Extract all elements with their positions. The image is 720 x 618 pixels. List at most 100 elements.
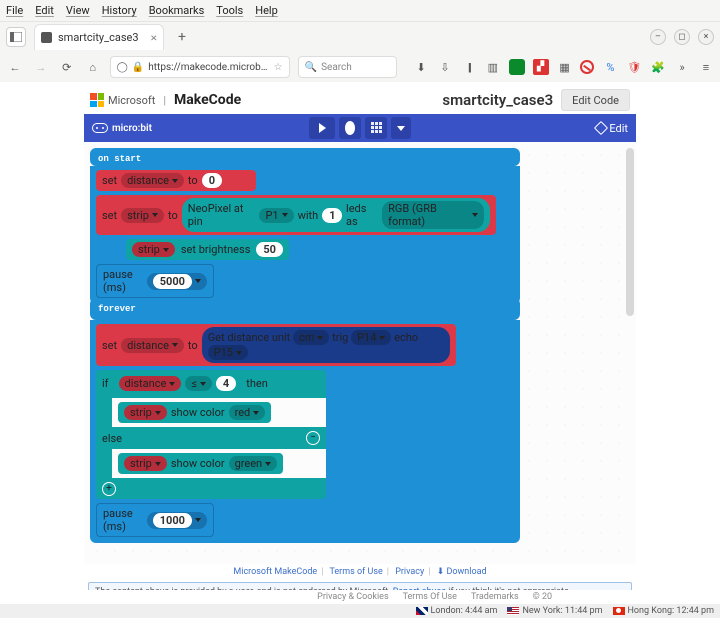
var-strip-dd-3[interactable]: strip	[124, 405, 167, 420]
nav-home-button[interactable]: ⌂	[84, 58, 102, 76]
menu-file[interactable]: File	[6, 4, 23, 17]
value-1[interactable]: 1	[322, 208, 342, 223]
set-distance-0[interactable]: set distance to 0	[96, 170, 256, 191]
menu-bookmarks[interactable]: Bookmarks	[149, 4, 205, 17]
app-menu-button[interactable]: ≡	[698, 59, 714, 75]
compare-block[interactable]: distance ≤ 4	[113, 373, 243, 394]
url-bar[interactable]: ◯ 🔒 https://makecode.microbit.org ☆	[110, 56, 290, 78]
pause-1000-dd[interactable]: 1000	[147, 512, 207, 529]
new-tab-button[interactable]: +	[172, 27, 192, 47]
sim-more-button[interactable]	[391, 117, 411, 139]
noentry-icon[interactable]	[580, 60, 594, 74]
sim-snapshot-button[interactable]	[365, 117, 387, 139]
footer-links: Microsoft MakeCode| Terms of Use| Privac…	[84, 564, 636, 580]
color-green-dd[interactable]: green	[229, 456, 278, 471]
search-placeholder: Search	[321, 62, 352, 73]
browser-tab[interactable]: smartcity_case3 ×	[34, 24, 164, 50]
strip-set-brightness[interactable]: strip set brightness 50	[126, 239, 514, 260]
footer-makecode-link[interactable]: Microsoft MakeCode	[233, 567, 317, 577]
footer-terms-link[interactable]: Terms of Use	[329, 567, 382, 577]
microbit-logo[interactable]: micro:bit	[92, 123, 152, 134]
extension-grid-icon[interactable]: ▦	[557, 59, 573, 75]
tab-title: smartcity_case3	[58, 31, 145, 44]
set-distance-sonar[interactable]: set distance to Get distance unit cm tri…	[96, 324, 456, 366]
window-close-button[interactable]: ×	[698, 29, 714, 45]
download-icon[interactable]: ⬇	[413, 59, 429, 75]
extension-puzzle-icon[interactable]: 🧩	[650, 59, 666, 75]
pause-5000-dd[interactable]: 5000	[147, 273, 207, 290]
blocks-workspace[interactable]: on start set distance to 0 set strip	[84, 142, 636, 564]
extension-shield-icon[interactable]: 🛡	[626, 59, 642, 75]
tab-close-icon[interactable]: ×	[151, 31, 157, 44]
footer-download-link[interactable]: Download	[446, 567, 486, 577]
color-red-dd[interactable]: red	[229, 405, 266, 420]
var-strip-dd-4[interactable]: strip	[124, 456, 167, 471]
if-else-block[interactable]: if distance ≤ 4 then strip	[96, 370, 326, 499]
menu-view[interactable]: View	[66, 4, 90, 17]
downloads-tray-icon[interactable]: ⇩	[437, 59, 453, 75]
play-button[interactable]	[309, 117, 335, 139]
extension-red-icon[interactable]: ▞	[533, 59, 549, 75]
menu-help[interactable]: Help	[255, 4, 278, 17]
nav-reload-button[interactable]: ⟳	[58, 58, 76, 76]
project-title: smartcity_case3	[442, 91, 553, 109]
add-else-if-button[interactable]: +	[102, 482, 116, 496]
value-50[interactable]: 50	[256, 242, 283, 257]
pin-p1-dd[interactable]: P1	[259, 208, 293, 223]
neopixel-create[interactable]: NeoPixel at pin P1 with 1 leds as RGB (G…	[182, 198, 490, 232]
then-label: then	[246, 377, 268, 390]
remove-else-button[interactable]: −	[306, 431, 320, 445]
footer-privacy-cookies[interactable]: Privacy & Cookies	[317, 592, 388, 602]
extension-link-icon[interactable]: %	[602, 59, 618, 75]
var-strip-dd-2[interactable]: strip	[132, 242, 175, 257]
strip-show-green[interactable]: strip show color green	[118, 453, 283, 474]
overflow-chevrons-icon[interactable]: »	[674, 59, 690, 75]
extension-green-icon[interactable]	[509, 59, 525, 75]
edit-code-button[interactable]: Edit Code	[561, 89, 630, 111]
else-label: else	[102, 432, 122, 445]
nav-forward-button[interactable]: →	[32, 58, 50, 76]
footer-tou[interactable]: Terms Of Use	[403, 592, 457, 602]
rgb-format-dd[interactable]: RGB (GRB format)	[382, 201, 484, 229]
op-le-dd[interactable]: ≤	[185, 376, 212, 391]
window-maximize-button[interactable]: ◻	[674, 29, 690, 45]
workspace-scrollbar[interactable]	[626, 148, 634, 316]
nav-back-button[interactable]: ←	[6, 58, 24, 76]
unit-cm-dd[interactable]: cm	[293, 330, 329, 345]
search-box[interactable]: 🔍 Search	[298, 56, 398, 78]
var-distance-dd[interactable]: distance	[121, 173, 184, 188]
menu-edit[interactable]: Edit	[35, 4, 54, 17]
set-strip-neopixel[interactable]: set strip to NeoPixel at pin P1 with 1 l…	[96, 195, 496, 235]
bookmark-star-icon[interactable]: ☆	[274, 62, 283, 73]
get-distance-reporter[interactable]: Get distance unit cm trig P14 echo P15	[202, 327, 450, 363]
reader-icon[interactable]: ▥	[485, 59, 501, 75]
sidebar-toggle-button[interactable]	[6, 27, 26, 47]
window-minimize-button[interactable]: –	[650, 29, 666, 45]
tab-strip: smartcity_case3 × + – ◻ ×	[0, 22, 720, 52]
pause-5000[interactable]: pause (ms) 5000	[96, 264, 214, 298]
strip-show-red[interactable]: strip show color red	[118, 402, 271, 423]
edit-button[interactable]: Edit	[596, 122, 628, 135]
footer-tm[interactable]: Trademarks	[471, 592, 519, 602]
tab-favicon	[41, 32, 52, 43]
os-status-bar: London: 4:44 am New York: 11:44 pm Hong …	[0, 604, 720, 618]
var-strip-dd[interactable]: strip	[121, 208, 164, 223]
pause-1000[interactable]: pause (ms) 1000	[96, 503, 214, 537]
library-icon[interactable]: |||	[461, 59, 477, 75]
clock-newyork: New York: 11:44 pm	[507, 606, 602, 616]
menu-history[interactable]: History	[102, 4, 137, 17]
var-distance-dd-3[interactable]: distance	[119, 376, 182, 391]
on-start-block[interactable]: on start set distance to 0 set strip	[90, 148, 520, 304]
footer-copyright: © 20	[533, 592, 552, 602]
var-distance-dd-2[interactable]: distance	[121, 338, 184, 353]
menu-tools[interactable]: Tools	[216, 4, 243, 17]
value-0[interactable]: 0	[202, 173, 222, 188]
sim-restart-button[interactable]	[339, 117, 361, 139]
forever-block[interactable]: forever set distance to Get distance uni…	[90, 298, 520, 543]
url-text: https://makecode.microbit.org	[148, 62, 269, 73]
value-4[interactable]: 4	[216, 376, 236, 391]
echo-p15-dd[interactable]: P15	[208, 345, 248, 360]
grid-icon	[371, 122, 382, 134]
trig-p14-dd[interactable]: P14	[351, 330, 391, 345]
footer-privacy-link[interactable]: Privacy	[395, 567, 424, 577]
